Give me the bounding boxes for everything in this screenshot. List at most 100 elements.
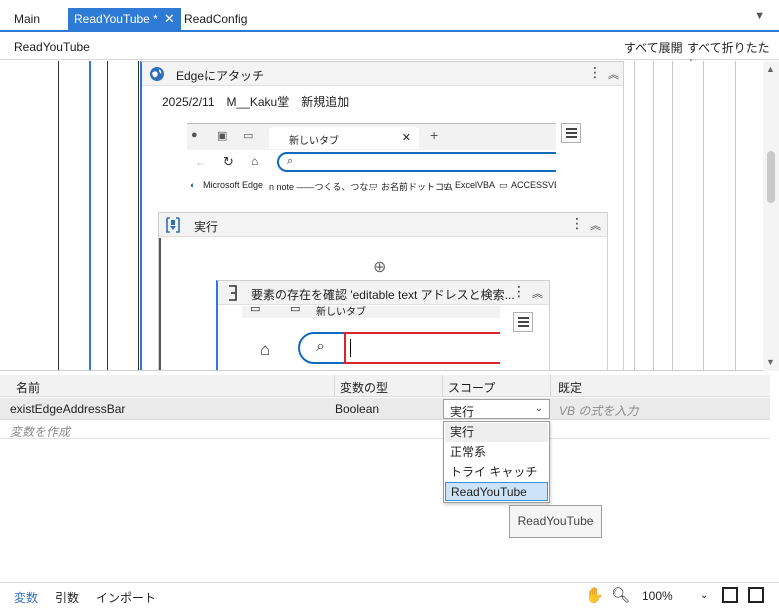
column-divider[interactable] bbox=[550, 375, 551, 397]
activity-header[interactable]: 要素の存在を確認 'editable text アドレスと検索... ⋮ ︽ bbox=[218, 281, 549, 305]
column-divider[interactable] bbox=[334, 375, 335, 397]
variables-panel: 名前 変数の型 スコープ 既定 existEdgeAddressBar Bool… bbox=[0, 375, 779, 582]
zoom-level[interactable]: 100% bbox=[642, 589, 673, 603]
activity-header[interactable]: Edgeにアタッチ ⋮ ︽ bbox=[142, 62, 623, 86]
sequence-border bbox=[735, 61, 736, 370]
default-value-input[interactable]: VB の式を入力 bbox=[559, 402, 638, 419]
create-variable-input[interactable]: 変数を作成 bbox=[10, 423, 70, 440]
sequence-border bbox=[672, 61, 673, 370]
zoom-icon[interactable]: 🔍︎ bbox=[611, 586, 630, 604]
tab-main[interactable]: Main bbox=[8, 8, 46, 30]
more-options-icon[interactable]: ⋮ bbox=[570, 215, 584, 232]
add-activity-icon[interactable]: ⊕ bbox=[373, 257, 386, 277]
chevron-down-icon[interactable]: ⌄ bbox=[535, 403, 543, 414]
bookmark: ExcelVBA bbox=[455, 180, 496, 190]
table-row[interactable]: 変数を作成 bbox=[0, 421, 770, 439]
bottom-bar: 変数 引数 インポート ✋ 🔍︎ 100% ⌄ bbox=[0, 582, 779, 611]
tab-imports[interactable]: インポート bbox=[96, 589, 156, 606]
globe-icon bbox=[150, 67, 164, 81]
breadcrumb-bar: ReadYouTube すべて展開 すべて折りたたむ bbox=[0, 32, 779, 72]
variable-type-cell[interactable]: Boolean bbox=[335, 402, 379, 416]
profile-icon: ● bbox=[191, 129, 198, 141]
tab-readyoutube[interactable]: ReadYouTube * ✕ bbox=[68, 8, 181, 32]
overview-icon[interactable] bbox=[748, 587, 764, 603]
chevron-down-icon[interactable]: ▼ bbox=[754, 10, 765, 22]
sequence-border bbox=[159, 238, 161, 370]
chevron-down-icon[interactable]: ⌄ bbox=[700, 590, 708, 601]
sequence-icon bbox=[166, 217, 180, 233]
back-icon: ← bbox=[195, 155, 207, 169]
canvas-scrollbar[interactable]: ▲ ▼ bbox=[763, 61, 779, 371]
expand-all-button[interactable]: すべて展開 bbox=[624, 39, 683, 56]
check-element-exists-activity[interactable]: 要素の存在を確認 'editable text アドレスと検索... ⋮ ︽ ▭… bbox=[216, 280, 550, 370]
table-row[interactable]: existEdgeAddressBar Boolean VB の式を入力 bbox=[0, 398, 770, 420]
designer-canvas[interactable]: Edgeにアタッチ ⋮ ︽ 2025/2/11 M__Kaku堂 新規追加 ● … bbox=[0, 61, 779, 371]
home-icon: ⌂ bbox=[251, 154, 259, 168]
scope-option[interactable]: トライ キャッチ bbox=[445, 463, 548, 482]
more-options-icon[interactable]: ⋮ bbox=[512, 283, 526, 300]
activity-title: 要素の存在を確認 'editable text アドレスと検索... bbox=[251, 288, 515, 302]
scrollbar-thumb[interactable] bbox=[767, 151, 775, 203]
fit-to-screen-icon[interactable] bbox=[722, 587, 738, 603]
menu-icon[interactable] bbox=[561, 123, 581, 143]
scope-dropdown-list[interactable]: 実行 正常系 トライ キャッチ ReadYouTube bbox=[443, 421, 550, 503]
column-header-type[interactable]: 変数の型 bbox=[340, 379, 388, 396]
document-tab-strip: Main ReadYouTube * ✕ ReadConfig ▼ bbox=[0, 0, 779, 32]
collapse-icon[interactable]: ︽ bbox=[590, 217, 601, 233]
more-options-icon[interactable]: ⋮ bbox=[588, 64, 602, 81]
favorites-bar: ◐ Microsoft Edge n note ――つくる、つな... ▭ お名… bbox=[187, 178, 556, 193]
column-header-name[interactable]: 名前 bbox=[16, 379, 40, 396]
tab-actions-icon: ▭ bbox=[243, 130, 254, 142]
scroll-up-icon[interactable]: ▲ bbox=[766, 64, 775, 74]
sequence-border bbox=[107, 61, 108, 370]
column-header-default[interactable]: 既定 bbox=[558, 379, 582, 396]
hand-pan-icon[interactable]: ✋ bbox=[585, 586, 604, 604]
new-tab-icon: + bbox=[430, 127, 439, 143]
scope-select[interactable]: 実行 ⌄ bbox=[443, 399, 550, 419]
tab-arguments[interactable]: 引数 bbox=[55, 589, 79, 606]
browser-tab-title: 新しいタブ bbox=[289, 136, 339, 147]
address-bar: ⌕ bbox=[298, 332, 500, 364]
tab-readconfig[interactable]: ReadConfig bbox=[178, 8, 253, 30]
activity-title: Edgeにアタッチ bbox=[176, 69, 265, 83]
tab-icon: ▭ bbox=[290, 306, 301, 315]
home-icon: ⌂ bbox=[260, 340, 271, 359]
sequence-border bbox=[703, 61, 704, 370]
edge-attach-activity[interactable]: Edgeにアタッチ ⋮ ︽ 2025/2/11 M__Kaku堂 新規追加 ● … bbox=[140, 61, 624, 370]
execute-sequence[interactable]: 実行 ⋮ ︽ ⊕ 要素の存在を確認 'editable text アドレスと検索… bbox=[158, 212, 608, 370]
bookmark: n note ――つくる、つな... bbox=[269, 182, 376, 192]
bookmark: ACCESSVBA bbox=[511, 180, 556, 190]
workspaces-icon: ▣ bbox=[217, 130, 228, 142]
address-bar: ⌕ bbox=[277, 152, 556, 172]
browser-tab: 新しいタブ ✕ bbox=[269, 127, 419, 149]
scope-option[interactable]: 実行 bbox=[445, 423, 548, 442]
close-icon[interactable]: ✕ bbox=[164, 8, 175, 30]
tab-actions-icon: ▭ bbox=[250, 306, 261, 315]
sequence-border-selected bbox=[89, 61, 91, 370]
browser-tab-title: 新しいタブ bbox=[316, 307, 366, 318]
scope-option[interactable]: 正常系 bbox=[445, 443, 548, 462]
activity-title: 実行 bbox=[194, 220, 219, 234]
scope-option-selected[interactable]: ReadYouTube bbox=[445, 482, 548, 501]
browser-tabstrip: ▭ ▭ 新しいタブ bbox=[242, 306, 500, 318]
activity-header[interactable]: 実行 ⋮ ︽ bbox=[159, 213, 607, 237]
column-header-scope[interactable]: スコープ bbox=[448, 379, 495, 396]
folder-icon: ▭ bbox=[499, 180, 508, 190]
search-icon: ⌕ bbox=[287, 155, 294, 167]
sequence-border bbox=[653, 61, 654, 370]
scroll-down-icon[interactable]: ▼ bbox=[766, 357, 775, 367]
tooltip: ReadYouTube bbox=[509, 505, 602, 538]
variable-name-cell[interactable]: existEdgeAddressBar bbox=[10, 402, 125, 416]
check-element-icon bbox=[229, 285, 237, 301]
variables-header: 名前 変数の型 スコープ 既定 bbox=[0, 375, 770, 397]
collapse-icon[interactable]: ︽ bbox=[532, 285, 543, 301]
collapse-icon[interactable]: ︽ bbox=[608, 66, 619, 82]
folder-icon: ▭ bbox=[369, 180, 378, 190]
text-cursor bbox=[350, 339, 351, 357]
menu-icon[interactable] bbox=[513, 312, 533, 332]
sequence-border bbox=[138, 61, 139, 370]
breadcrumb[interactable]: ReadYouTube bbox=[14, 40, 90, 54]
refresh-icon: ↻ bbox=[223, 154, 234, 169]
tab-variables[interactable]: 変数 bbox=[14, 589, 38, 606]
column-divider[interactable] bbox=[442, 375, 443, 397]
